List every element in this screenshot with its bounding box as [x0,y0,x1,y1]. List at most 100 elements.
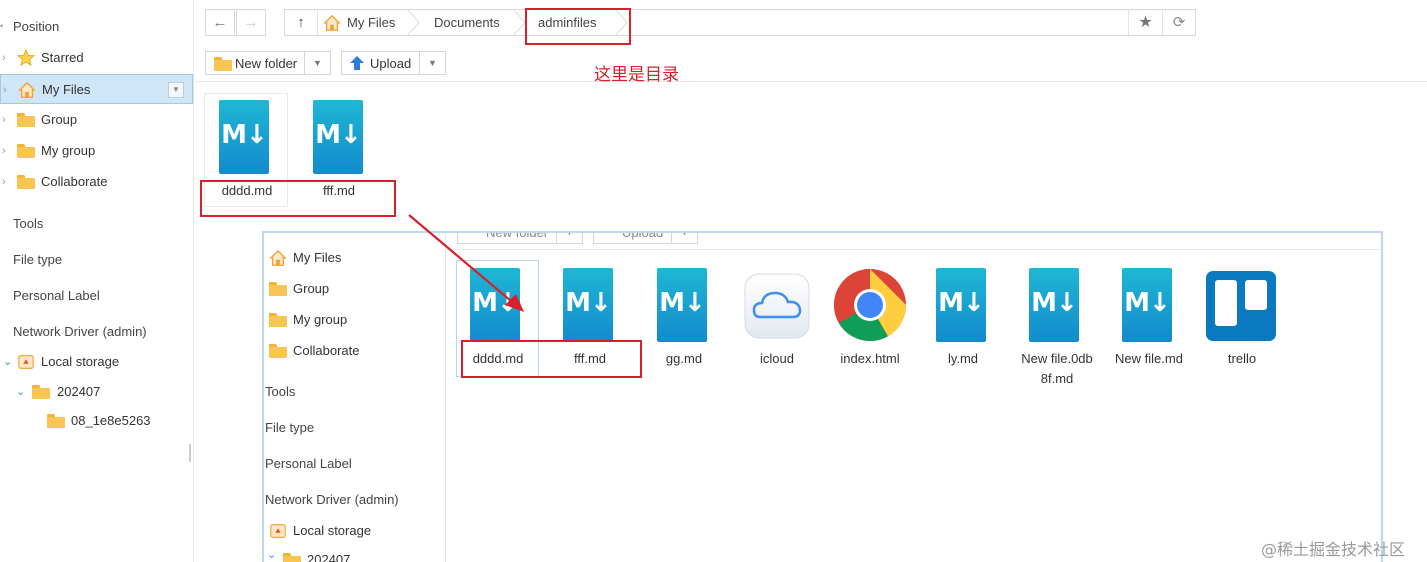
chevron-right-icon[interactable]: › [2,145,10,157]
chevron-down-icon[interactable]: ▼ [556,233,582,243]
upload-button[interactable]: Upload ▼ [341,51,446,75]
sidebar-item-starred[interactable]: › Starred [0,43,193,73]
tree-label: Local storage [293,523,372,538]
tree-label: 202407 [57,384,101,399]
sidebar-item-label: My group [41,143,96,158]
up-button[interactable]: ↑ [285,10,318,35]
home-icon [18,81,36,98]
markdown-file-icon[interactable]: M↓ [563,268,613,342]
back-button[interactable]: ← [205,9,235,36]
sidebar-position-heading: Position [13,19,60,34]
file-name[interactable]: New file.md [1107,349,1191,369]
inset-upload-button[interactable]: Upload ▼ [593,231,698,244]
annotation-note: 这里是目录 [594,65,679,85]
chevron-down-icon[interactable]: ⌄ [3,356,12,368]
divider [447,249,1381,250]
markdown-file-icon[interactable]: M↓ [1122,268,1172,342]
breadcrumb-documents[interactable]: Documents [434,10,500,35]
sidebar-item-label: Group [41,112,78,127]
sidebar-item-my-files[interactable]: › My Files ▼ [0,74,193,104]
home-icon [269,249,287,266]
breadcrumb-separator-icon [407,10,420,35]
chevron-right-icon[interactable]: › [2,176,10,188]
folder-icon [283,551,301,562]
file-name[interactable]: gg.md [642,349,726,369]
annotation-box [461,340,642,378]
inset-personal-label-heading[interactable]: Personal Label [265,456,352,471]
chevron-down-icon[interactable]: ▼ [419,52,445,74]
file-name[interactable]: New file.0db 8f.md [1015,349,1099,389]
chevron-right-icon[interactable]: › [3,84,11,96]
markdown-file-icon[interactable]: M↓ [1029,268,1079,342]
sidebar-tools-heading[interactable]: Tools [13,216,43,231]
star-button[interactable]: ★ [1128,10,1162,35]
forward-button[interactable]: → [236,9,266,36]
dropdown-icon[interactable]: ▼ [168,82,184,98]
upload-label: Upload [370,56,412,71]
sidebar-file-type-heading[interactable]: File type [13,252,62,267]
file-name[interactable]: icloud [735,349,819,369]
chevron-down-icon[interactable]: ⌄ [16,386,25,398]
inset-tree-local-storage[interactable]: Local storage [264,517,444,545]
sidebar-item-collaborate[interactable]: › Collaborate [0,167,193,197]
file-name[interactable]: index.html [828,349,912,369]
chrome-icon[interactable] [833,268,907,342]
tree-label: 08_1e8e5263 [71,413,151,428]
sidebar-item-group[interactable]: › Group [0,105,193,135]
upload-label: Upload [622,231,664,240]
upload-arrow-icon [350,56,364,70]
markdown-file-icon[interactable]: M↓ [657,268,707,342]
markdown-file-icon[interactable]: M↓ [313,100,363,174]
sidebar-personal-label-heading[interactable]: Personal Label [13,288,100,303]
refresh-button[interactable]: ⟳ [1162,10,1195,35]
chevron-down-icon[interactable]: ▼ [304,52,330,74]
sidebar-item-my-group[interactable]: › My group [0,136,193,166]
tree-label: Local storage [41,354,120,369]
chevron-down-icon[interactable]: ▼ [671,233,697,243]
divider [195,81,1427,82]
inset-tree-folder-202407[interactable]: ⌄ 202407 [264,546,444,562]
tree-folder-sub[interactable]: 08_1e8e5263 [0,406,193,436]
sidebar-item-label: Starred [41,50,84,65]
inset-network-driver-heading[interactable]: Network Driver (admin) [265,492,399,507]
storage-icon [18,355,34,369]
sidebar-item-label: Group [293,281,330,296]
inset-tools-heading[interactable]: Tools [265,384,295,399]
trello-icon[interactable] [1205,270,1277,342]
group-folder-icon [17,111,35,129]
folder-icon [214,55,232,71]
file-name[interactable]: ly.md [921,349,1005,369]
sidebar-item-label: Collaborate [293,343,360,358]
tree-local-storage[interactable]: ⌄ Local storage [0,347,193,377]
annotation-box [200,180,396,217]
markdown-file-icon[interactable]: M↓ [219,100,269,174]
collaborate-folder-icon [269,342,287,360]
resize-handle[interactable] [189,444,191,462]
tree-folder-202407[interactable]: ⌄ 202407 [0,377,193,407]
chevron-right-icon[interactable]: › [2,52,10,64]
icloud-icon[interactable] [744,273,810,339]
chevron-right-icon[interactable]: • [0,21,3,31]
my-group-folder-icon [17,142,35,160]
tree-label: 202407 [307,552,351,562]
storage-icon [270,524,286,538]
inset-file-type-heading[interactable]: File type [265,420,314,435]
breadcrumb: ↑ My Files Documents adminfiles ★ ⟳ [284,9,1196,36]
chevron-right-icon[interactable]: › [2,114,10,126]
chevron-down-icon[interactable]: ⌄ [267,548,276,561]
sidebar: Position • › Starred › My Files ▼ › Grou… [0,0,194,562]
sidebar-item-label: Collaborate [41,174,108,189]
file-name[interactable]: trello [1200,349,1284,369]
home-icon [323,14,341,31]
sidebar-network-driver-heading[interactable]: Network Driver (admin) [13,324,147,339]
group-folder-icon [269,280,287,298]
my-group-folder-icon [269,311,287,329]
markdown-file-icon[interactable]: M↓ [936,268,986,342]
inset-sidebar-item-collaborate[interactable]: Collaborate [264,337,444,365]
breadcrumb-label: My Files [347,15,396,30]
folder-icon [32,383,50,401]
sidebar-item-label: My Files [293,250,342,265]
new-folder-button[interactable]: New folder ▼ [205,51,331,75]
sidebar-item-label: My Files [42,82,91,97]
breadcrumb-my-files[interactable]: My Files [323,10,395,35]
